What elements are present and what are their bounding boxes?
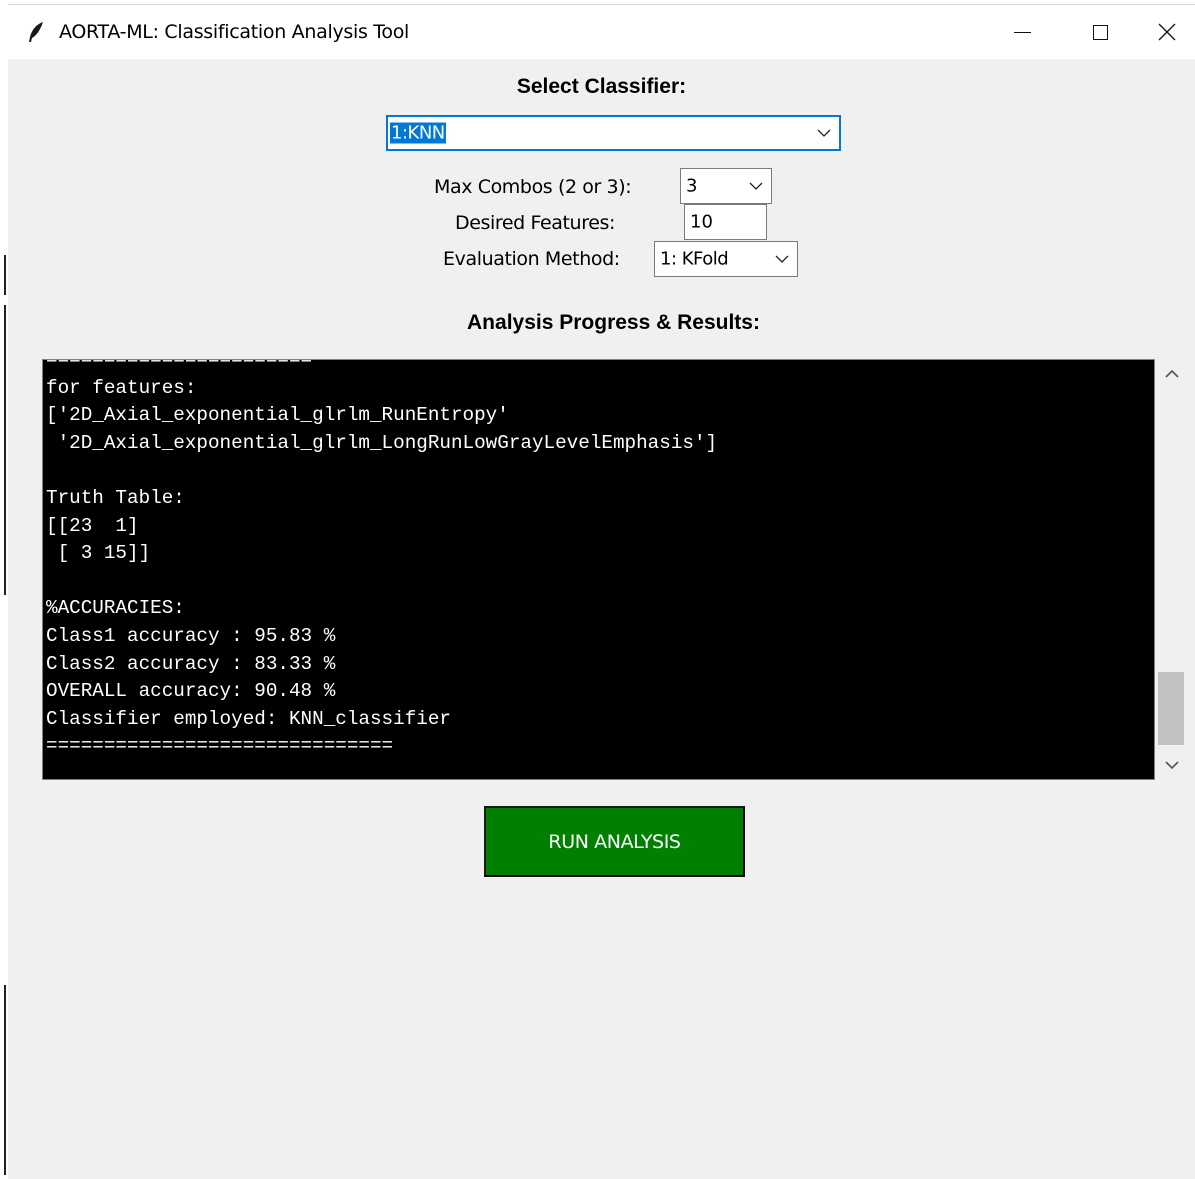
desktop-artifact bbox=[4, 305, 6, 595]
close-icon bbox=[1158, 23, 1176, 41]
chevron-down-icon[interactable] bbox=[775, 254, 789, 264]
desired-features-input[interactable]: 10 bbox=[684, 204, 767, 240]
scroll-up-icon[interactable] bbox=[1165, 369, 1179, 379]
chevron-down-icon[interactable] bbox=[817, 128, 831, 138]
feather-icon bbox=[29, 22, 43, 42]
evaluation-method-value: 1: KFold bbox=[660, 248, 729, 270]
window-title: AORTA-ML: Classification Analysis Tool bbox=[59, 21, 410, 43]
maximize-button[interactable] bbox=[1061, 5, 1139, 59]
results-label: Analysis Progress & Results: bbox=[467, 311, 760, 334]
max-combos-value: 3 bbox=[686, 175, 697, 197]
title-bar[interactable]: AORTA-ML: Classification Analysis Tool bbox=[8, 5, 1195, 59]
console-output: ======================= for features: ['… bbox=[46, 359, 718, 758]
desktop-artifact bbox=[4, 255, 6, 295]
evaluation-method-label: Evaluation Method: bbox=[443, 248, 620, 270]
evaluation-method-dropdown[interactable]: 1: KFold bbox=[654, 241, 798, 277]
results-console[interactable]: ======================= for features: ['… bbox=[42, 359, 1155, 780]
classifier-dropdown-value: 1:KNN bbox=[390, 122, 446, 144]
run-analysis-button[interactable]: RUN ANALYSIS bbox=[484, 806, 745, 877]
scroll-down-icon[interactable] bbox=[1165, 760, 1179, 770]
max-combos-label: Max Combos (2 or 3): bbox=[434, 176, 632, 198]
chevron-down-icon[interactable] bbox=[749, 181, 763, 191]
minimize-icon bbox=[1013, 31, 1031, 33]
desired-features-value: 10 bbox=[690, 211, 713, 233]
scrollbar-thumb[interactable] bbox=[1158, 672, 1184, 745]
close-button[interactable] bbox=[1139, 5, 1195, 59]
desktop-artifact bbox=[4, 985, 6, 1175]
desktop-background bbox=[0, 0, 8, 1178]
app-window: AORTA-ML: Classification Analysis Tool S… bbox=[8, 4, 1195, 1179]
desired-features-label: Desired Features: bbox=[455, 212, 615, 234]
minimize-button[interactable] bbox=[983, 5, 1061, 59]
max-combos-dropdown[interactable]: 3 bbox=[680, 168, 772, 204]
classifier-dropdown[interactable]: 1:KNN bbox=[386, 115, 841, 151]
maximize-icon bbox=[1092, 24, 1108, 40]
select-classifier-label: Select Classifier: bbox=[516, 75, 687, 98]
console-scrollbar[interactable] bbox=[1156, 359, 1187, 780]
